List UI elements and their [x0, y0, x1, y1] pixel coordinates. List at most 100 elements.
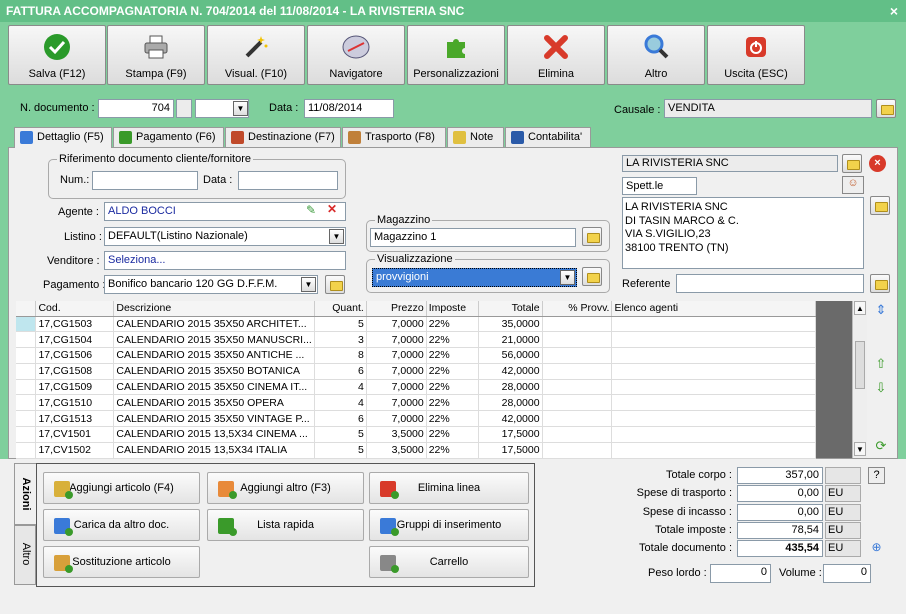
table-cell[interactable] [542, 379, 613, 396]
table-row[interactable]: 17,CG1509 CALENDARIO 2015 35X50 CINEMA IT… [16, 379, 816, 396]
row-selector[interactable] [16, 331, 37, 349]
magazzino-folder-icon[interactable] [582, 227, 602, 246]
chevron-down-icon[interactable]: ▼ [233, 101, 248, 116]
remove-client-icon[interactable]: × [869, 155, 886, 172]
scroll-down-icon[interactable]: ▼ [854, 442, 866, 456]
table-cell[interactable]: 17,CG1503 [35, 316, 115, 333]
total-corpo[interactable]: 357,00 [737, 467, 823, 484]
table-cell[interactable]: CALENDARIO 2015 35X50 OPERA [113, 394, 315, 412]
table-row[interactable]: 17,CG1504 CALENDARIO 2015 35X50 MANUSCRI.… [16, 331, 816, 349]
table-cell[interactable]: 7,0000 [366, 363, 427, 380]
table-row[interactable]: 17,CG1513 CALENDARIO 2015 35X50 VINTAGE P… [16, 410, 816, 428]
table-cell[interactable]: CALENDARIO 2015 35X50 ARCHITET... [113, 316, 315, 333]
move-down-icon[interactable]: ⇩ [872, 379, 890, 397]
table-cell[interactable]: 22% [426, 331, 479, 349]
table-cell[interactable]: 17,CG1510 [35, 394, 115, 412]
table-cell[interactable] [611, 363, 816, 380]
grid-scrollbar[interactable]: ▲ ▼ [852, 301, 867, 458]
table-cell[interactable]: 7,0000 [366, 379, 427, 396]
move-top-icon[interactable]: ⇕ [872, 301, 890, 319]
tab-5[interactable]: Contabilita' [505, 127, 591, 147]
table-cell[interactable]: 17,CG1513 [35, 410, 115, 428]
cliente-folder-icon[interactable] [842, 154, 862, 173]
row-selector[interactable] [16, 442, 37, 459]
table-cell[interactable] [542, 426, 613, 443]
column-header[interactable]: Quant. [314, 301, 367, 317]
ndoc-input[interactable]: 704 [98, 99, 174, 118]
table-cell[interactable]: 28,0000 [478, 379, 543, 396]
table-cell[interactable]: 22% [426, 442, 479, 459]
table-row[interactable]: 17,CG1510 CALENDARIO 2015 35X50 OPERA 4 7,0… [16, 394, 816, 412]
tab-4[interactable]: Note [447, 127, 504, 147]
table-cell[interactable] [542, 363, 613, 380]
table-cell[interactable]: 5 [314, 426, 367, 443]
tab-3[interactable]: Trasporto (F8) [342, 127, 446, 147]
column-header[interactable]: Prezzo [366, 301, 427, 317]
side-tab-altro[interactable]: Altro [14, 525, 36, 585]
table-cell[interactable]: CALENDARIO 2015 13,5X34 CINEMA ... [113, 426, 315, 443]
table-cell[interactable]: 22% [426, 426, 479, 443]
peso-input[interactable]: 0 [710, 564, 771, 583]
table-cell[interactable]: 17,CG1509 [35, 379, 115, 396]
table-cell[interactable]: CALENDARIO 2015 35X50 CINEMA IT... [113, 379, 315, 396]
column-header[interactable]: Totale [478, 301, 543, 317]
table-cell[interactable]: 4 [314, 394, 367, 412]
pencil-icon[interactable]: ✎ [306, 203, 316, 217]
table-cell[interactable]: 3,5000 [366, 442, 427, 459]
toolbar-button-1[interactable]: Stampa (F9) [107, 25, 205, 85]
table-cell[interactable]: 17,CV1502 [35, 442, 115, 459]
table-cell[interactable] [611, 379, 816, 396]
visualizzazione-folder-icon[interactable] [582, 267, 602, 286]
table-cell[interactable]: 22% [426, 394, 479, 412]
toolbar-button-2[interactable]: Visual. (F10) [207, 25, 305, 85]
total-incasso[interactable]: 0,00 [737, 504, 823, 521]
table-cell[interactable]: 42,0000 [478, 410, 543, 428]
table-cell[interactable]: 7,0000 [366, 331, 427, 349]
table-cell[interactable]: 17,5000 [478, 426, 543, 443]
table-cell[interactable] [611, 316, 816, 333]
action-button-2[interactable]: Elimina linea [369, 472, 529, 504]
table-cell[interactable] [542, 442, 613, 459]
chevron-down-icon[interactable]: ▼ [301, 277, 316, 292]
help-button[interactable]: ? [868, 467, 885, 484]
table-cell[interactable]: 4 [314, 379, 367, 396]
table-cell[interactable]: CALENDARIO 2015 13,5X34 ITALIA [113, 442, 315, 459]
table-cell[interactable] [611, 426, 816, 443]
action-button-6[interactable]: Sostituzione articolo [43, 546, 200, 578]
table-cell[interactable]: 22% [426, 316, 479, 333]
scroll-thumb[interactable] [855, 341, 865, 389]
table-cell[interactable] [542, 347, 613, 364]
referente-input[interactable] [676, 274, 864, 293]
table-cell[interactable]: 8 [314, 347, 367, 364]
address-box[interactable]: LA RIVISTERIA SNC DI TASIN MARCO & C. VIA … [622, 197, 864, 269]
table-cell[interactable]: 17,5000 [478, 442, 543, 459]
tab-2[interactable]: Destinazione (F7) [225, 127, 341, 147]
address-folder-icon[interactable] [870, 196, 890, 215]
table-row[interactable]: 17,CV1501 CALENDARIO 2015 13,5X34 CINEMA … [16, 426, 816, 443]
table-cell[interactable]: 42,0000 [478, 363, 543, 380]
table-cell[interactable] [542, 410, 613, 428]
table-cell[interactable]: CALENDARIO 2015 35X50 VINTAGE P... [113, 410, 315, 428]
column-header[interactable]: Imposte [426, 301, 479, 317]
close-icon[interactable]: × [890, 0, 898, 22]
move-up-icon[interactable]: ⇧ [872, 355, 890, 373]
volume-input[interactable]: 0 [823, 564, 871, 583]
total-trasporto[interactable]: 0,00 [737, 485, 823, 502]
causale-folder-icon[interactable] [876, 99, 896, 118]
table-cell[interactable]: 28,0000 [478, 394, 543, 412]
row-selector[interactable] [16, 426, 37, 443]
table-cell[interactable] [611, 347, 816, 364]
table-cell[interactable]: 7,0000 [366, 316, 427, 333]
listino-select[interactable]: DEFAULT(Listino Nazionale) [104, 227, 346, 246]
toolbar-button-7[interactable]: Uscita (ESC) [707, 25, 805, 85]
total-imposte[interactable]: 78,54 [737, 522, 823, 539]
row-selector[interactable] [16, 363, 37, 380]
toolbar-button-5[interactable]: Elimina [507, 25, 605, 85]
table-cell[interactable]: 17,CG1506 [35, 347, 115, 364]
action-button-0[interactable]: Aggiungi articolo (F4) [43, 472, 200, 504]
table-cell[interactable]: 5 [314, 316, 367, 333]
table-cell[interactable]: 3,5000 [366, 426, 427, 443]
action-button-5[interactable]: Gruppi di inserimento [369, 509, 529, 541]
action-button-1[interactable]: Aggiungi altro (F3) [207, 472, 364, 504]
table-cell[interactable] [542, 394, 613, 412]
